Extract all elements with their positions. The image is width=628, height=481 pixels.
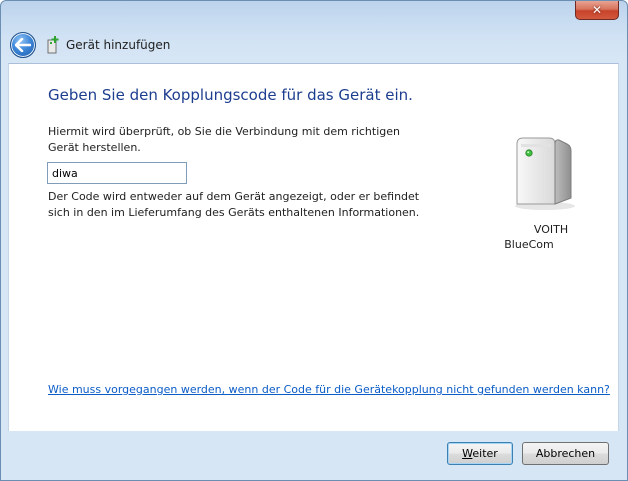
description-text: Hiermit wird überprüft, ob Sie die Verbi… [48,125,400,154]
computer-tower-icon [515,137,575,210]
device-name-line2: BlueCom [504,238,554,251]
device-name-line1: VOITH [533,223,569,236]
close-icon: ✕ [591,3,603,17]
next-button-accel: W [462,447,473,460]
help-link[interactable]: Wie muss vorgegangen werden, wenn der Co… [48,383,610,396]
back-button[interactable] [10,32,36,58]
dialog-window: ✕ Gerät hinzufügen Geben Sie den Kopplun… [0,0,628,481]
device-name: VOITH BlueCom [479,222,599,252]
pairing-code-input[interactable] [47,162,187,184]
next-button-label: eiter [472,447,498,460]
cancel-button[interactable]: Abbrechen [522,442,609,465]
page-title: Geben Sie den Kopplungscode für das Gerä… [48,86,413,104]
back-arrow-icon [15,38,31,52]
hint-text: Der Code wird entweder auf dem Gerät ang… [48,190,420,219]
close-button[interactable]: ✕ [575,1,619,20]
add-device-icon [47,36,59,54]
next-button[interactable]: Weiter [447,442,513,465]
content-panel: Geben Sie den Kopplungscode für das Gerä… [8,63,619,431]
window-title: Gerät hinzufügen [66,38,171,52]
